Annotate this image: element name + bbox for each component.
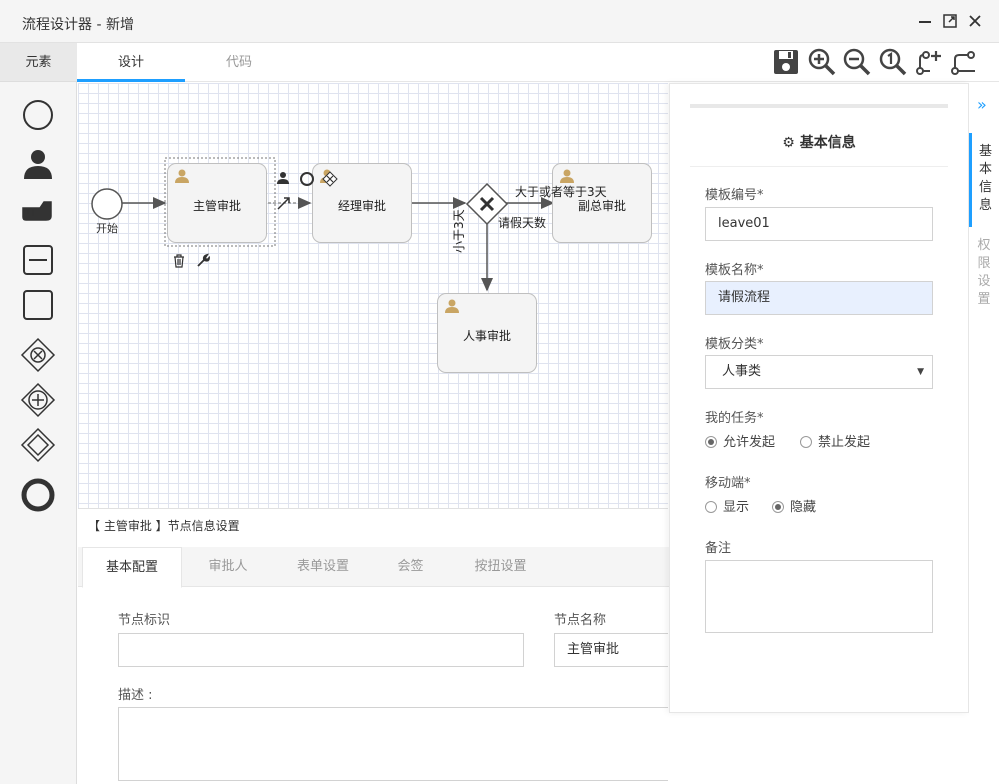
vertical-tab-label: 权限设置: [977, 238, 991, 307]
side-tabs: » 基本信息 权限设置: [969, 83, 999, 713]
flow-settings-icon[interactable]: [949, 47, 979, 77]
node-name-label: 节点名称: [554, 613, 607, 628]
user-task-icon[interactable]: [18, 145, 58, 185]
task-label: 经理审批: [337, 199, 386, 213]
radio-label: 显示: [723, 500, 750, 515]
task-label: 人事审批: [462, 329, 511, 343]
tab-code[interactable]: 代码: [185, 43, 293, 82]
template-code-input[interactable]: leave01: [705, 207, 933, 241]
user-task-icon: [560, 169, 574, 183]
task-icon[interactable]: [18, 285, 58, 325]
element-palette: 元素: [0, 43, 77, 784]
radio-allow-start[interactable]: 允许发起: [705, 431, 775, 450]
vertical-tab-label: 基本信息: [978, 144, 992, 213]
radio-checked-icon: [705, 436, 717, 448]
end-event-icon[interactable]: [18, 475, 58, 515]
template-category-select[interactable]: 人事类 ▼: [705, 355, 933, 389]
maximize-icon[interactable]: [941, 12, 959, 30]
append-gateway-icon[interactable]: [322, 171, 338, 187]
drawer-divider: [690, 166, 948, 167]
node-name-input[interactable]: 主管审批: [554, 633, 668, 667]
close-icon[interactable]: [966, 12, 984, 30]
flow-label-less: 小于3天: [452, 209, 466, 253]
drawer-title-text: 基本信息: [799, 135, 856, 151]
radio-hide[interactable]: 隐藏: [772, 496, 816, 515]
flow-label-greater: 大于或者等于3天: [515, 185, 607, 199]
collapse-icon[interactable]: »: [977, 95, 987, 114]
tab-button-settings[interactable]: 按扭设置: [453, 547, 548, 587]
parallel-gateway-icon[interactable]: [18, 380, 58, 420]
start-event-icon[interactable]: [18, 95, 58, 135]
gear-icon: ⚙: [782, 135, 795, 151]
elements-tab[interactable]: 元素: [0, 43, 77, 82]
task-hr-approval[interactable]: 人事审批: [437, 293, 537, 373]
radio-checked-icon: [772, 501, 784, 513]
inclusive-gateway-icon[interactable]: [18, 425, 58, 465]
mobile-label: 移动端*: [705, 476, 751, 491]
template-name-label: 模板名称*: [705, 263, 764, 278]
dropdown-arrow-icon: ▼: [917, 367, 924, 377]
radio-label: 允许发起: [723, 435, 776, 450]
node-id-label: 节点标识: [118, 613, 171, 628]
actual-size-icon[interactable]: [878, 47, 908, 77]
radio-unchecked-icon: [800, 436, 812, 448]
task-label: 主管审批: [192, 199, 241, 213]
wrench-icon[interactable]: [195, 253, 211, 269]
tab-basic-info[interactable]: 基本信息: [969, 133, 999, 227]
description-textarea[interactable]: [118, 707, 668, 781]
tab-form-settings[interactable]: 表单设置: [278, 547, 368, 587]
task-supervisor-approval[interactable]: 主管审批: [167, 163, 267, 243]
tab-basic-config[interactable]: 基本配置: [82, 547, 182, 588]
add-flow-icon[interactable]: [914, 47, 944, 77]
template-code-label: 模板编号*: [705, 188, 764, 203]
description-label: 描述 :: [118, 688, 153, 703]
start-event-label: 开始: [96, 222, 118, 235]
remark-label: 备注: [705, 541, 732, 556]
radio-forbid-start[interactable]: 禁止发起: [800, 431, 870, 450]
user-task-icon: [175, 169, 189, 183]
radio-show[interactable]: 显示: [705, 496, 749, 515]
flow-label-condition: 请假天数: [498, 216, 547, 230]
append-user-task-icon[interactable]: [276, 171, 290, 185]
title-bar: 流程设计器 - 新增: [0, 0, 999, 43]
node-properties-panel: 【 主管审批 】节点信息设置 基本配置 审批人 表单设置 会签 按扭设置 节点标…: [78, 508, 978, 784]
remark-textarea[interactable]: [705, 560, 933, 633]
basic-info-drawer: ⚙ 基本信息 模板编号* leave01 模板名称* 请假流程 模板分类* 人事…: [669, 83, 969, 713]
tab-approver[interactable]: 审批人: [188, 547, 268, 587]
manual-task-icon[interactable]: [18, 190, 58, 230]
task-vp-approval[interactable]: 副总审批: [552, 163, 652, 243]
drawer-title: ⚙ 基本信息: [690, 132, 948, 152]
zoom-in-icon[interactable]: [807, 47, 837, 77]
template-name-input[interactable]: 请假流程: [705, 281, 933, 315]
drawer-handle: [690, 104, 948, 108]
save-icon[interactable]: [771, 47, 801, 77]
design-canvas[interactable]: 开始 主管审批 经理审批 副总审批 人事审批 大于或者等于3天 请假天数 小于3…: [78, 83, 668, 508]
tab-countersign[interactable]: 会签: [373, 547, 448, 587]
window-title: 流程设计器 - 新增: [22, 17, 134, 33]
delete-icon[interactable]: [171, 253, 187, 269]
radio-label: 禁止发起: [818, 435, 871, 450]
flow-connectors: [91, 157, 555, 292]
connect-icon[interactable]: [276, 195, 292, 211]
node-panel-title: 【 主管审批 】节点信息设置: [88, 519, 240, 533]
exclusive-gateway-icon[interactable]: [18, 335, 58, 375]
radio-unchecked-icon: [705, 501, 717, 513]
radio-label: 隐藏: [790, 500, 817, 515]
tab-permission-settings[interactable]: 权限设置: [969, 237, 999, 317]
subprocess-icon[interactable]: [18, 240, 58, 280]
tab-design[interactable]: 设计: [77, 43, 185, 82]
template-category-label: 模板分类*: [705, 337, 764, 352]
append-end-event-icon[interactable]: [299, 171, 315, 187]
zoom-out-icon[interactable]: [842, 47, 872, 77]
category-selected-value: 人事类: [722, 364, 762, 379]
my-task-label: 我的任务*: [705, 411, 764, 426]
main-tabs-bar: 设计 代码: [77, 43, 999, 82]
user-task-icon: [445, 299, 459, 313]
node-id-input[interactable]: [118, 633, 524, 667]
minimize-icon[interactable]: [916, 12, 934, 30]
